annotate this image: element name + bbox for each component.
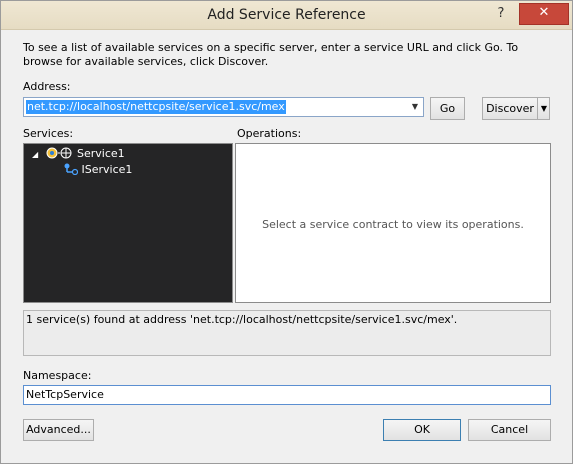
service-icon bbox=[46, 147, 71, 159]
chevron-down-icon[interactable]: ▼ bbox=[538, 98, 550, 119]
namespace-field[interactable]: NetTcpService bbox=[23, 385, 551, 405]
close-button[interactable]: ✕ bbox=[519, 3, 569, 25]
cancel-button[interactable]: Cancel bbox=[468, 419, 551, 441]
address-label: Address: bbox=[23, 80, 71, 93]
operations-placeholder: Select a service contract to view its op… bbox=[262, 218, 524, 231]
operations-panel[interactable]: Select a service contract to view its op… bbox=[235, 143, 551, 303]
discover-button-label: Discover bbox=[486, 102, 534, 115]
address-input[interactable]: net.tcp://localhost/nettcpsite/service1.… bbox=[26, 100, 286, 114]
contract-interface-icon bbox=[64, 163, 79, 176]
services-tree[interactable]: ◢ Service1 IService1 bbox=[23, 143, 233, 303]
title-bar: Add Service Reference ? ✕ bbox=[1, 1, 572, 30]
close-icon: ✕ bbox=[538, 5, 550, 20]
advanced-button[interactable]: Advanced... bbox=[23, 419, 94, 441]
ok-button[interactable]: OK bbox=[383, 419, 461, 441]
namespace-input[interactable]: NetTcpService bbox=[26, 388, 104, 402]
namespace-label: Namespace: bbox=[23, 369, 92, 382]
status-text: 1 service(s) found at address 'net.tcp:/… bbox=[26, 313, 458, 326]
dialog-title: Add Service Reference bbox=[207, 7, 366, 23]
services-label: Services: bbox=[23, 127, 74, 140]
add-service-reference-dialog: Add Service Reference ? ✕ To see a list … bbox=[0, 0, 573, 464]
expand-triangle-icon[interactable]: ◢ bbox=[32, 147, 42, 163]
intro-text: To see a list of available services on a… bbox=[23, 41, 519, 68]
tree-item-label: IService1 bbox=[81, 163, 133, 176]
go-button[interactable]: Go bbox=[430, 97, 465, 120]
operations-label: Operations: bbox=[237, 127, 302, 140]
tree-item-label: Service1 bbox=[77, 147, 125, 160]
discover-button[interactable]: Discover ▼ bbox=[482, 97, 550, 120]
tree-item-service1[interactable]: ◢ Service1 bbox=[32, 146, 125, 162]
address-combobox[interactable]: net.tcp://localhost/nettcpsite/service1.… bbox=[23, 97, 424, 117]
tree-item-iservice1[interactable]: IService1 bbox=[64, 162, 132, 178]
chevron-down-icon[interactable]: ▼ bbox=[407, 98, 423, 116]
status-box: 1 service(s) found at address 'net.tcp:/… bbox=[23, 310, 551, 356]
question-mark-icon[interactable]: ? bbox=[493, 6, 509, 22]
